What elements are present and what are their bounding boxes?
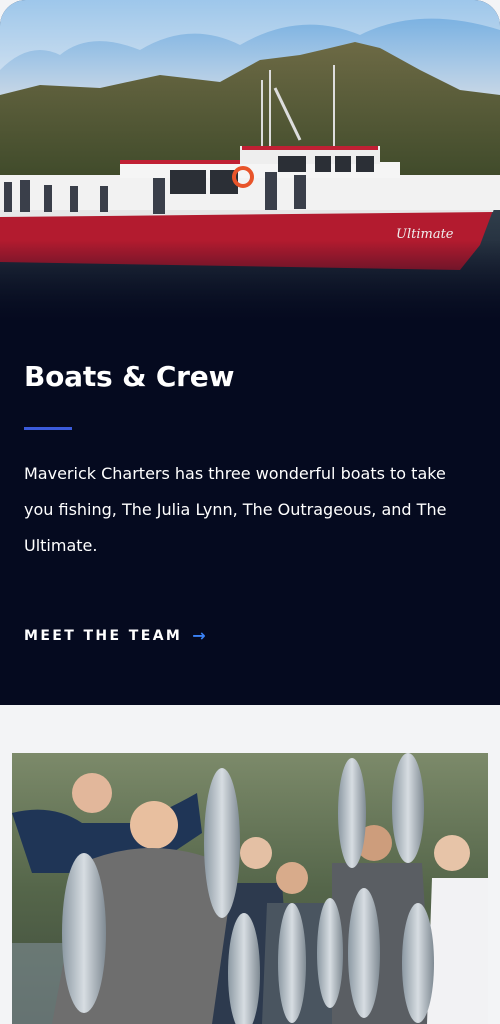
meet-the-team-link[interactable]: MEET THE TEAM → <box>24 626 206 645</box>
boats-crew-card: Ultimate Boats & Crew Maverick Charters … <box>0 0 500 705</box>
section-description: Maverick Charters has three wonderful bo… <box>24 464 447 555</box>
title-accent-divider <box>24 427 72 430</box>
page: Ultimate Boats & Crew Maverick Charters … <box>0 0 500 1024</box>
anglers-salmon-photo <box>12 753 488 1024</box>
gallery-section <box>0 705 500 1024</box>
boats-crew-content: Boats & Crew Maverick Charters has three… <box>24 360 476 645</box>
svg-text:Ultimate: Ultimate <box>396 227 454 242</box>
section-title: Boats & Crew <box>24 360 235 393</box>
arrow-right-icon: → <box>192 626 206 645</box>
meet-the-team-label: MEET THE TEAM <box>24 627 183 644</box>
hero-boat-image: Ultimate <box>0 0 500 320</box>
